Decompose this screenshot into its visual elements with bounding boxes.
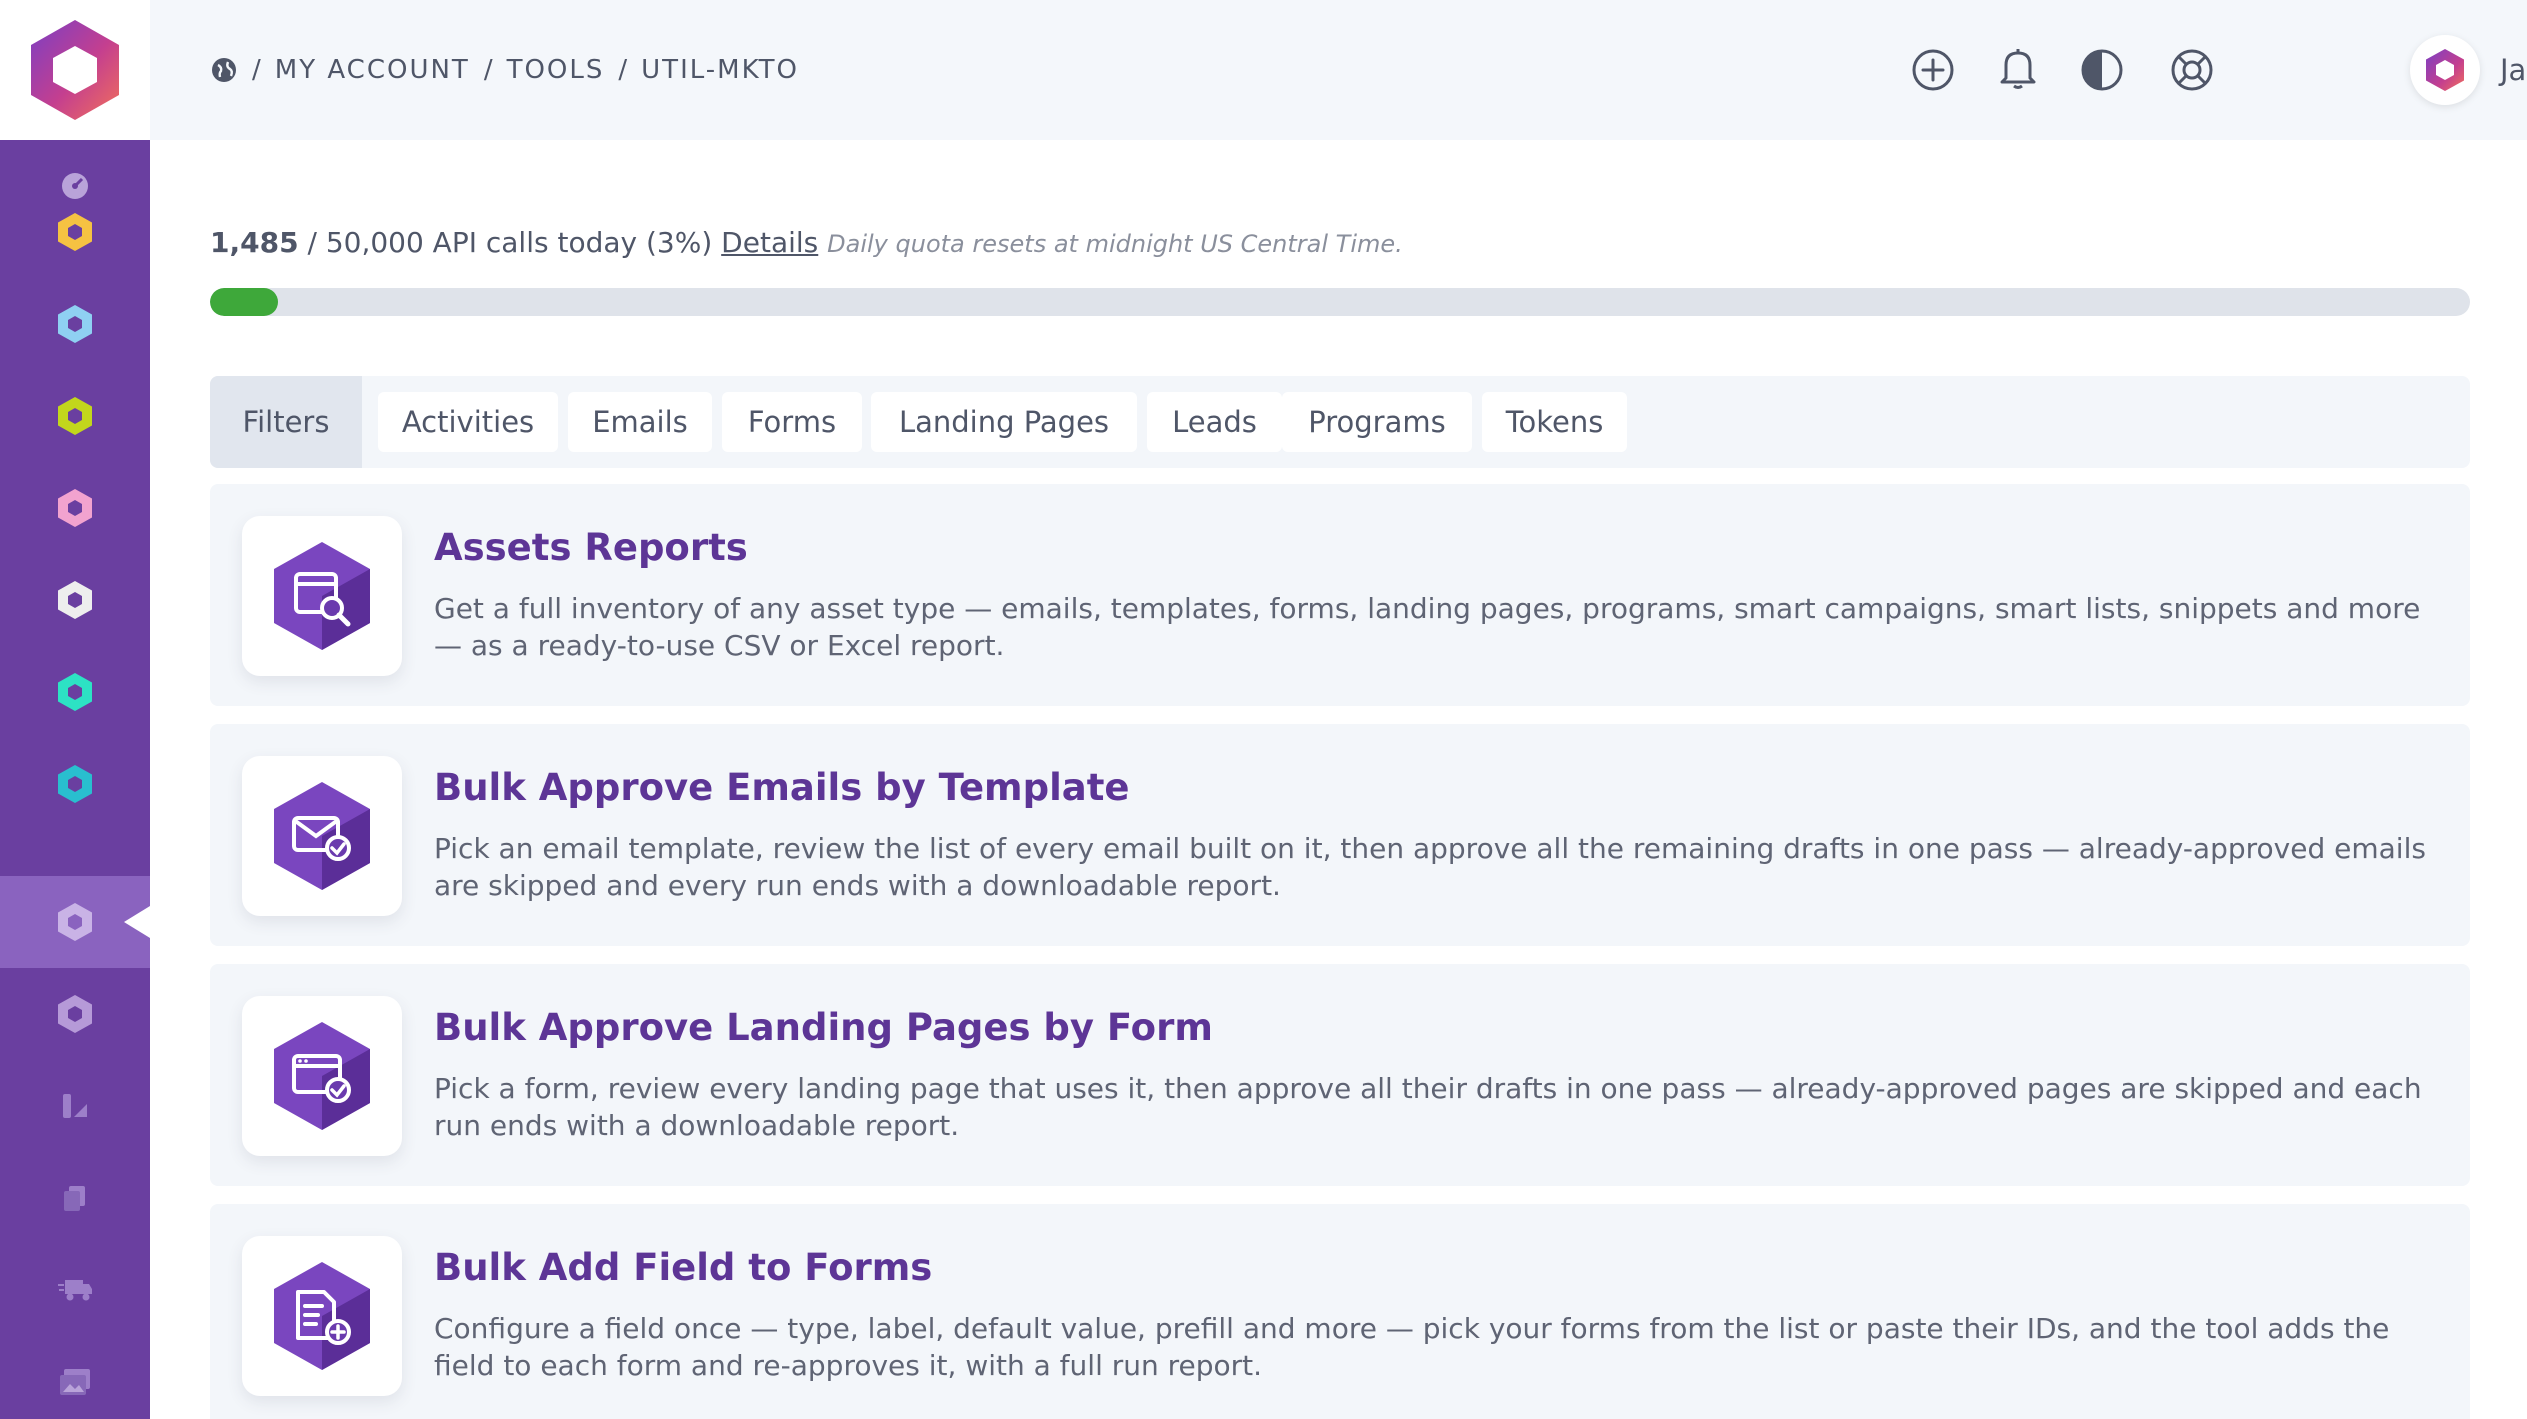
- tool-title: Bulk Approve Landing Pages by Form: [434, 1006, 1213, 1049]
- hexagon-lime-icon: [58, 397, 92, 435]
- bell-icon: [2000, 49, 2036, 89]
- quota-progress-fill: [210, 288, 278, 316]
- page-approve-icon: [274, 1022, 370, 1130]
- hexagon-logo-icon: [31, 20, 119, 120]
- sidebar-item-app-4[interactable]: [0, 462, 150, 554]
- tab-forms[interactable]: Forms: [722, 392, 862, 452]
- asset-search-icon: [274, 542, 370, 650]
- help-button[interactable]: [2168, 46, 2216, 94]
- theme-toggle-button[interactable]: [2078, 46, 2126, 94]
- add-circle-icon: [1912, 49, 1954, 91]
- tool-card-bulk-add-field[interactable]: Bulk Add Field to Forms Configure a fiel…: [210, 1204, 2470, 1419]
- email-approve-icon: [274, 782, 370, 890]
- breadcrumb-my-account[interactable]: MY ACCOUNT: [275, 55, 470, 85]
- sidebar-item-app-6[interactable]: [0, 646, 150, 738]
- hexagon-muted-icon: [58, 995, 92, 1033]
- hexagon-avatar-icon: [2426, 49, 2464, 91]
- hexagon-pink-icon: [58, 489, 92, 527]
- sidebar-item-app-3[interactable]: [0, 370, 150, 462]
- tab-programs[interactable]: Programs: [1282, 392, 1472, 452]
- tool-description: Pick an email template, review the list …: [434, 832, 2426, 902]
- lifebuoy-icon: [2171, 49, 2213, 91]
- tool-card-bulk-approve-emails[interactable]: Bulk Approve Emails by Template Pick an …: [210, 724, 2470, 946]
- tab-tokens[interactable]: Tokens: [1482, 392, 1627, 452]
- user-name: Jane: [2500, 53, 2527, 87]
- tool-title: Bulk Approve Emails by Template: [434, 766, 1130, 809]
- sidebar-item-gallery[interactable]: [0, 1336, 150, 1419]
- breadcrumb: / MY ACCOUNT / TOOLS / UTIL-MKTO: [210, 50, 799, 90]
- api-quota-text: 1,485 / 50,000 API calls today (3%) Deta…: [210, 226, 1403, 259]
- hexagon-yellow-icon: [58, 213, 92, 251]
- tool-card-assets-reports[interactable]: Assets Reports Get a full inventory of a…: [210, 484, 2470, 706]
- tool-title: Bulk Add Field to Forms: [434, 1246, 933, 1289]
- hexagon-white-icon: [58, 581, 92, 619]
- copy-icon: [64, 1186, 85, 1211]
- avatar: [2410, 35, 2480, 105]
- contrast-icon: [2081, 49, 2123, 91]
- hexagon-active-icon: [58, 903, 92, 941]
- tab-activities[interactable]: Activities: [378, 392, 558, 452]
- sidebar-item-app-1[interactable]: [0, 186, 150, 278]
- delivery-truck-icon: [58, 1280, 92, 1301]
- quota-reset-note: Daily quota resets at midnight US Centra…: [827, 230, 1403, 258]
- tool-icon-box: [242, 756, 402, 916]
- sidebar: [0, 140, 150, 1419]
- tool-icon-box: [242, 996, 402, 1156]
- hexagon-teal-icon: [58, 673, 92, 711]
- breadcrumb-current-page: UTIL-MKTO: [641, 55, 799, 85]
- tool-title: Assets Reports: [434, 526, 748, 569]
- design-tools-icon: [63, 1094, 87, 1118]
- tool-icon-box: [242, 1236, 402, 1396]
- sidebar-item-copy[interactable]: [0, 1152, 150, 1244]
- breadcrumb-separator: /: [618, 55, 628, 85]
- quota-used: 1,485: [210, 226, 299, 259]
- sidebar-item-delivery[interactable]: [0, 1244, 150, 1336]
- image-gallery-icon: [60, 1369, 90, 1395]
- tool-card-bulk-approve-landing-pages[interactable]: Bulk Approve Landing Pages by Form Pick …: [210, 964, 2470, 1186]
- add-button[interactable]: [1909, 46, 1957, 94]
- breadcrumb-separator: /: [252, 55, 261, 85]
- tab-filters[interactable]: Filters: [210, 376, 362, 468]
- tab-emails[interactable]: Emails: [568, 392, 712, 452]
- form-add-field-icon: [274, 1262, 370, 1370]
- tool-description: Pick a form, review every landing page t…: [434, 1072, 2422, 1142]
- tool-icon-box: [242, 516, 402, 676]
- sidebar-item-utils-active[interactable]: [0, 876, 150, 968]
- tool-description: Configure a field once — type, label, de…: [434, 1312, 2390, 1382]
- globe-icon[interactable]: [210, 56, 238, 84]
- hexagon-lightblue-icon: [58, 305, 92, 343]
- quota-details-link[interactable]: Details: [721, 226, 818, 259]
- sidebar-item-app-2[interactable]: [0, 278, 150, 370]
- notifications-button[interactable]: [1994, 44, 2042, 92]
- category-tabs: Filters Activities Emails Forms Landing …: [210, 376, 2470, 468]
- quota-progress-bar: [210, 288, 2470, 316]
- sidebar-item-app-7[interactable]: [0, 738, 150, 830]
- breadcrumb-separator: /: [483, 55, 493, 85]
- breadcrumb-tools[interactable]: TOOLS: [507, 55, 605, 85]
- tool-description: Get a full inventory of any asset type —…: [434, 592, 2421, 662]
- hexagon-cyan-icon: [58, 765, 92, 803]
- sidebar-item-app-5[interactable]: [0, 554, 150, 646]
- sidebar-item-design[interactable]: [0, 1060, 150, 1152]
- app-logo[interactable]: [0, 0, 150, 140]
- sidebar-item-app-9[interactable]: [0, 968, 150, 1060]
- quota-total: / 50,000 API calls today (3%): [298, 226, 722, 259]
- user-menu[interactable]: Jane: [2410, 35, 2527, 105]
- tab-landing-pages[interactable]: Landing Pages: [871, 392, 1137, 452]
- top-bar: / MY ACCOUNT / TOOLS / UTIL-MKTO Jane: [150, 0, 2527, 140]
- tab-leads[interactable]: Leads: [1147, 392, 1282, 452]
